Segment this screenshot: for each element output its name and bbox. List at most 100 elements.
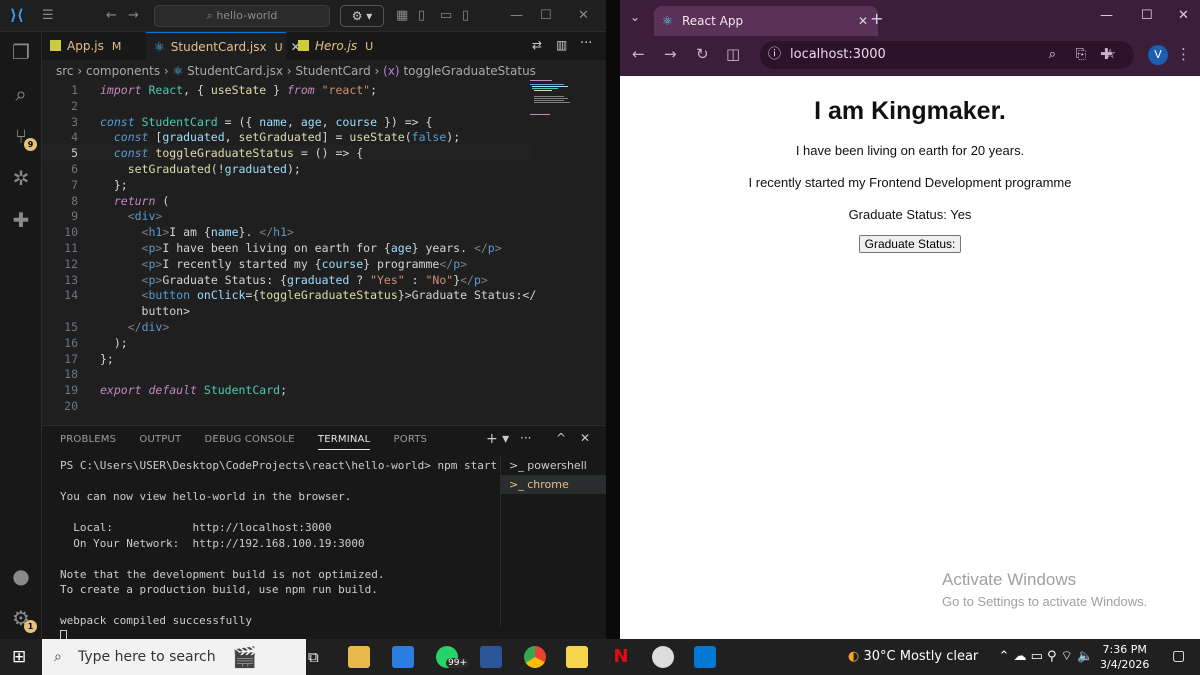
tab-search-icon[interactable]: ⌄ [630,10,640,24]
breadcrumb-item[interactable]: StudentCard [295,64,370,78]
split-editor-icon[interactable]: ▥ [556,38,567,52]
code-line[interactable]: 13 <p>Graduate Status: {graduated ? "Yes… [42,272,532,288]
source-control-icon[interactable]: ⑂ 9 [9,124,37,151]
code-line[interactable]: 5 const toggleGraduateStatus = () => { [42,145,532,162]
terminal-more-icon[interactable]: ··· [520,431,531,445]
maximize-panel-icon[interactable]: ^ [556,431,566,445]
back-arrow-icon[interactable]: ← [106,8,117,23]
search-icon[interactable]: ⌕ [9,82,33,106]
code-line[interactable]: 14 <button onClick={toggleGraduateStatus… [42,287,536,303]
code-line[interactable]: 3 const StudentCard = ({ name, age, cours… [42,114,532,130]
tab-ports[interactable]: PORTS [394,434,428,445]
tray-icons[interactable]: ⌃ ☁ ▭ ⚲ ⌔ 🔈 [998,649,1093,664]
minimize-icon[interactable]: — [1100,8,1113,23]
minimap[interactable] [530,78,594,118]
tab-debug-console[interactable]: DEBUG CONSOLE [205,434,295,445]
clock-app-icon[interactable] [652,646,674,668]
graduate-status-button[interactable]: Graduate Status: [858,235,962,253]
zoom-icon[interactable]: ⌕ [1049,41,1056,69]
close-icon[interactable]: ✕ [1178,8,1189,23]
tab-studentcard-jsx[interactable]: ⚛ StudentCard.jsx U ✕ [146,32,301,60]
toggle-sidebar-icon[interactable]: ▯ [418,8,425,23]
copilot-button[interactable]: ⚙ ▾ [340,5,384,27]
terminal-output[interactable]: PS C:\Users\USER\Desktop\CodeProjects\re… [60,458,500,639]
microsoft-store-icon[interactable] [392,646,414,668]
tab-app-js[interactable]: App.js M [42,32,142,60]
code-line[interactable]: 19 export default StudentCard; [42,382,532,398]
windows-start-icon[interactable]: ⊞ [12,647,26,667]
code-line[interactable]: 11 <p>I have been living on earth for {a… [42,240,532,256]
clock[interactable]: 7:36 PM 3/4/2026 [1100,642,1149,672]
back-icon[interactable]: ← [632,45,645,63]
code-line[interactable]: 7 }; [42,177,532,193]
code-line[interactable]: 17}; [42,351,532,367]
code-line[interactable]: 8 return ( [42,193,532,209]
split-view-icon[interactable]: ◫ [726,45,740,63]
tab-output[interactable]: OUTPUT [139,434,181,445]
breadcrumb-item[interactable]: toggleGraduateStatus [403,64,536,78]
menu-icon[interactable]: ☰ [42,8,54,23]
close-tab-icon[interactable]: ✕ [858,6,868,36]
code-line[interactable]: 9 <div> [42,208,532,224]
code-line[interactable]: 16 ); [42,335,532,351]
site-info-icon[interactable]: ⓘ [768,41,781,69]
extensions-icon[interactable]: ✚ [9,208,33,232]
breadcrumb-item[interactable]: StudentCard.jsx [187,64,283,78]
whatsapp-icon[interactable]: 99+ [436,646,469,668]
account-icon[interactable]: ● [9,564,33,588]
explorer-icon[interactable]: ❐ [9,40,33,64]
netflix-icon[interactable]: N [610,646,632,668]
forward-arrow-icon[interactable]: → [128,8,139,23]
run-debug-icon[interactable]: ✲ [9,166,33,190]
code-editor[interactable]: 1 import React, { useState } from "react"… [42,80,606,422]
maximize-icon[interactable]: ☐ [540,8,552,23]
weather-text[interactable]: 30°C Mostly clear [863,649,978,664]
code-line[interactable]: 1 import React, { useState } from "react"… [42,82,532,98]
code-line[interactable]: 6 setGraduated(!graduated); [42,161,532,177]
code-line[interactable]: 12 <p>I recently started my {course} pro… [42,256,532,272]
extensions-icon[interactable]: ✚ [1100,45,1113,63]
breadcrumb-item[interactable]: src [56,64,74,78]
browser-tab-react-app[interactable]: ⚛ React App ✕ [654,6,878,36]
command-center-search[interactable]: ⌕ hello-world [154,5,330,27]
vscode-taskbar-icon[interactable] [694,646,716,668]
tab-hero-js[interactable]: Hero.js U [290,32,390,60]
code-line[interactable]: 15 </div> [42,319,532,335]
new-tab-icon[interactable]: + [870,9,883,28]
profile-avatar[interactable]: V [1148,45,1168,65]
address-bar[interactable]: ⓘ localhost:3000 ⌕ ⎘ ☆ [760,41,1134,69]
code-line[interactable]: 10 <h1>I am {name}. </h1> [42,224,532,240]
taskbar-search[interactable]: ⌕ Type here to search 🎬 [42,639,306,675]
install-app-icon[interactable]: ⎘ [1076,41,1086,69]
chrome-taskbar-icon[interactable] [524,646,546,668]
tab-terminal[interactable]: TERMINAL [317,434,371,450]
code-line[interactable]: 4 const [graduated, setGraduated] = useS… [42,129,532,145]
code-line[interactable]: 20 [42,398,532,414]
close-panel-icon[interactable]: ✕ [580,431,590,445]
layout-icon[interactable]: ▦ [396,8,408,23]
open-changes-icon[interactable]: ⇄ [532,38,542,52]
terminal-item-powershell[interactable]: >_ powershell [501,456,606,475]
more-actions-icon[interactable]: ··· [580,36,592,51]
toggle-secondary-sidebar-icon[interactable]: ▯ [462,8,469,23]
reload-icon[interactable]: ↻ [696,45,709,63]
minimize-icon[interactable]: — [510,8,523,23]
task-view-icon[interactable]: ⧉ [308,648,319,666]
code-line[interactable]: 18 [42,366,532,382]
breadcrumb-item[interactable]: components [86,64,160,78]
terminal-cursor[interactable] [60,629,67,639]
forward-icon[interactable]: → [664,45,677,63]
code-line[interactable]: button> [42,303,532,319]
close-icon[interactable]: ✕ [578,8,589,23]
file-explorer-icon[interactable] [348,646,370,668]
chrome-menu-icon[interactable]: ⋮ [1176,45,1191,63]
maximize-icon[interactable]: ☐ [1141,8,1153,23]
sticky-notes-icon[interactable] [566,646,588,668]
toggle-panel-icon[interactable]: ▭ [440,8,452,23]
notification-icon[interactable]: ▢ [1172,648,1185,664]
new-terminal-icon[interactable]: + ▾ [486,431,509,447]
manage-gear-icon[interactable]: ⚙ 1 [9,606,37,633]
tab-problems[interactable]: PROBLEMS [60,434,116,445]
code-line[interactable]: 2 [42,98,532,114]
word-icon[interactable] [480,646,502,668]
